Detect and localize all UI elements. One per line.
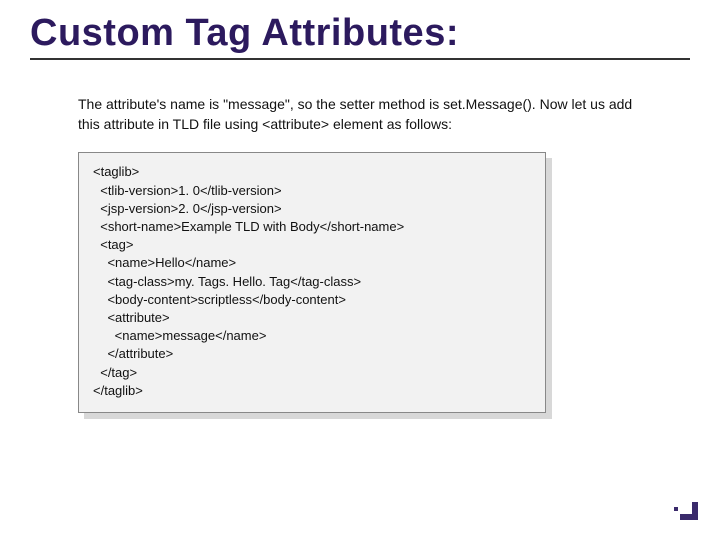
slide: Custom Tag Attributes: The attribute's n… bbox=[0, 0, 720, 540]
description-text: The attribute's name is "message", so th… bbox=[78, 94, 648, 135]
corner-decoration-icon bbox=[680, 502, 698, 520]
page-title: Custom Tag Attributes: bbox=[30, 14, 690, 54]
code-block-container: <taglib> <tlib-version>1. 0</tlib-versio… bbox=[78, 152, 546, 412]
code-block: <taglib> <tlib-version>1. 0</tlib-versio… bbox=[78, 152, 546, 412]
title-divider bbox=[30, 58, 690, 60]
